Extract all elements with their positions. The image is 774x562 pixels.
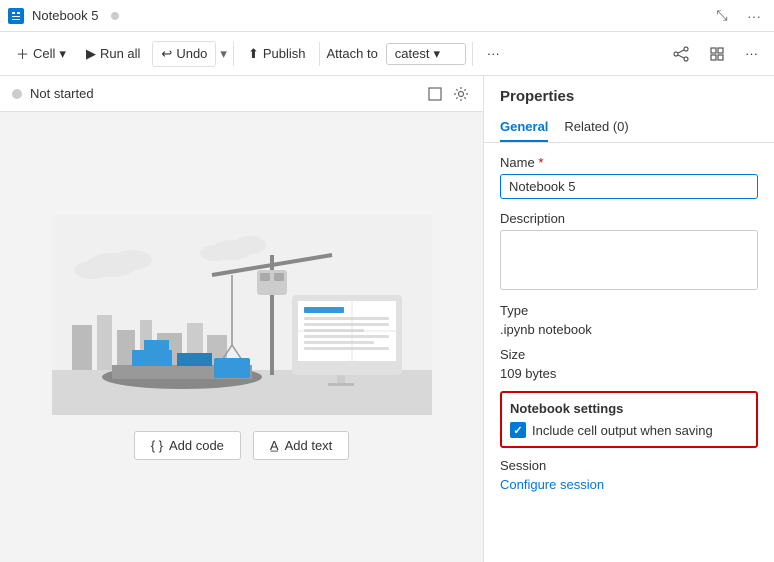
session-label: Session [500, 458, 758, 473]
properties-body: Name * Description Type .ipynb notebook … [484, 143, 774, 562]
unsaved-dot [111, 12, 119, 20]
attach-to-label: Attach to [326, 46, 377, 61]
notebook-settings-title: Notebook settings [510, 401, 748, 416]
include-output-label: Include cell output when saving [532, 423, 713, 438]
description-textarea[interactable] [500, 230, 758, 290]
share-icon[interactable] [665, 42, 697, 66]
size-label: Size [500, 347, 758, 362]
plus-icon: ＋ [16, 44, 29, 63]
settings-row: Include cell output when saving [510, 422, 748, 438]
status-dot [12, 89, 22, 99]
attach-select[interactable]: catest ▾ [386, 43, 466, 65]
toolbar-more-button[interactable]: ··· [737, 42, 766, 65]
divider-2 [319, 42, 320, 66]
toolbar: ＋ Cell ▾ ▶ Run all ↩ Undo ▾ ⬆ Publish At… [0, 32, 774, 76]
undo-button[interactable]: ↩ Undo [152, 41, 216, 67]
tab-related[interactable]: Related (0) [564, 113, 628, 142]
size-value: 109 bytes [500, 366, 758, 381]
text-icon: A̲ [270, 438, 279, 453]
restore-button[interactable]: ⤡ [710, 4, 734, 28]
properties-header: Properties [484, 76, 774, 113]
description-label: Description [500, 211, 758, 226]
undo-dropdown-icon[interactable]: ▾ [220, 46, 227, 62]
run-all-button[interactable]: ▶ Run all [78, 42, 148, 66]
left-panel: Not started [0, 76, 484, 562]
cell-dropdown-icon: ▾ [59, 46, 66, 62]
divider-1 [233, 42, 234, 66]
square-icon[interactable] [425, 84, 445, 104]
notebook-icon [8, 8, 24, 24]
grid-icon[interactable] [701, 42, 733, 66]
play-icon: ▶ [86, 46, 96, 62]
type-value: .ipynb notebook [500, 322, 758, 337]
more-button[interactable]: ··· [742, 4, 766, 28]
publish-icon: ⬆ [248, 46, 259, 62]
include-output-checkbox[interactable] [510, 422, 526, 438]
divider-3 [472, 42, 473, 66]
add-code-button[interactable]: { } Add code [134, 431, 241, 460]
status-icons [425, 84, 471, 104]
code-braces-icon: { } [151, 438, 163, 453]
main-layout: Not started [0, 76, 774, 562]
add-text-button[interactable]: A̲ Add text [253, 431, 349, 460]
notebook-illustration [52, 215, 432, 415]
window-title: Notebook 5 [32, 8, 99, 23]
attach-dropdown-icon: ▾ [433, 46, 440, 62]
tab-general[interactable]: General [500, 113, 548, 142]
title-bar: Notebook 5 ⤡ ··· [0, 0, 774, 32]
status-bar: Not started [0, 76, 483, 112]
gear-icon[interactable] [451, 84, 471, 104]
required-asterisk: * [538, 155, 543, 170]
add-cell-button[interactable]: ＋ Cell ▾ [8, 40, 74, 67]
properties-panel: Properties General Related (0) Name * De… [484, 76, 774, 562]
more-options-button[interactable]: ··· [479, 42, 508, 65]
name-label: Name * [500, 155, 758, 170]
name-input[interactable] [500, 174, 758, 199]
undo-icon: ↩ [161, 46, 172, 62]
publish-button[interactable]: ⬆ Publish [240, 42, 314, 66]
configure-session-link[interactable]: Configure session [500, 477, 604, 492]
status-text: Not started [30, 86, 417, 101]
add-buttons: { } Add code A̲ Add text [134, 431, 350, 460]
properties-tabs: General Related (0) [484, 113, 774, 143]
notebook-area: { } Add code A̲ Add text [0, 112, 483, 562]
attach-value: catest [395, 46, 430, 61]
notebook-settings-box: Notebook settings Include cell output wh… [500, 391, 758, 448]
type-label: Type [500, 303, 758, 318]
